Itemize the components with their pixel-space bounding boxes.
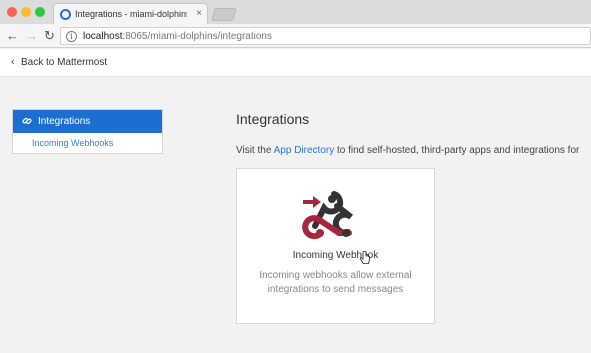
- link-icon-svg: [22, 117, 32, 125]
- chevron-left-icon[interactable]: ‹: [11, 56, 15, 68]
- intro-before: Visit the: [236, 145, 274, 156]
- app-directory-link[interactable]: App Directory: [274, 145, 335, 156]
- intro-after: to find self-hosted, third-party apps an…: [334, 145, 580, 156]
- browser-tab[interactable]: Integrations - miami-dolphins ×: [53, 3, 208, 25]
- card-description: Incoming webhooks allow external integra…: [259, 270, 412, 295]
- link-icon: [22, 116, 32, 129]
- browser-tab-bar: Integrations - miami-dolphins ×: [0, 0, 591, 25]
- card-title: Incoming Webhook: [292, 250, 379, 261]
- close-window-button[interactable]: [7, 7, 17, 17]
- tab-close-icon[interactable]: ×: [196, 8, 202, 19]
- url-input[interactable]: i localhost:8065/miami-dolphins/integrat…: [60, 27, 591, 45]
- back-to-mattermost-link[interactable]: Back to Mattermost: [21, 57, 107, 68]
- minimize-window-button[interactable]: [21, 7, 31, 17]
- reload-icon[interactable]: ↻: [44, 28, 55, 44]
- integrations-sidebar: Integrations Incoming Webhooks: [12, 109, 163, 154]
- page-title: Integrations: [236, 111, 310, 127]
- back-arrow-icon[interactable]: ←: [6, 28, 19, 43]
- url-host: localhost: [83, 31, 123, 42]
- address-toolbar: ← → ↻ i localhost:8065/miami-dolphins/in…: [0, 24, 591, 48]
- sidebar-header[interactable]: Integrations: [13, 110, 162, 133]
- site-info-icon[interactable]: i: [66, 31, 77, 42]
- forward-arrow-icon[interactable]: →: [25, 28, 38, 43]
- intro-text: Visit the App Directory to find self-hos…: [236, 145, 579, 156]
- hand-cursor-icon: [359, 251, 370, 264]
- mattermost-favicon-icon: [60, 9, 71, 20]
- url-path: :8065/miami-dolphins/integrations: [122, 31, 272, 42]
- url-text: localhost:8065/miami-dolphins/integratio…: [83, 31, 272, 42]
- back-bar: ‹ Back to Mattermost: [0, 49, 591, 77]
- incoming-webhook-card[interactable]: Incoming Webhook Incoming webhooks allow…: [236, 168, 435, 324]
- sidebar-item-incoming-webhooks[interactable]: Incoming Webhooks: [32, 138, 113, 148]
- new-tab-button[interactable]: [211, 8, 237, 21]
- sidebar-title: Integrations: [38, 116, 91, 127]
- webhook-icon: [302, 191, 354, 240]
- tab-title: Integrations - miami-dolphins: [75, 9, 187, 19]
- maximize-window-button[interactable]: [35, 7, 45, 17]
